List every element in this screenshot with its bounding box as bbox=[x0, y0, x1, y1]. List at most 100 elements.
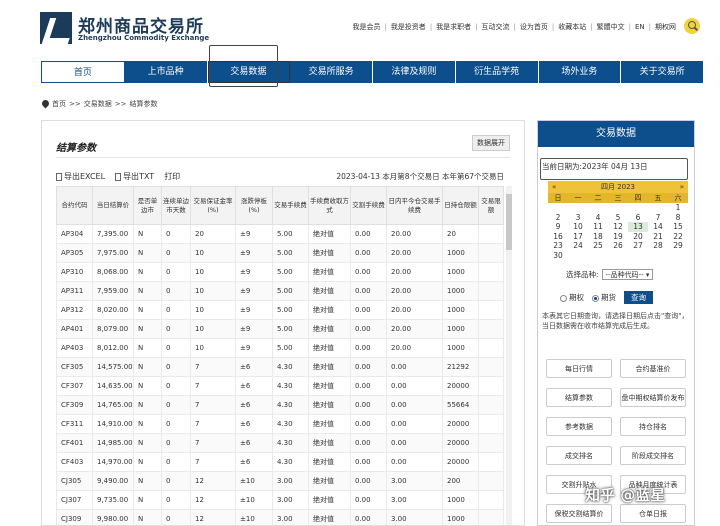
link-jobseeker[interactable]: 我是求职者 bbox=[436, 22, 471, 32]
breadcrumb-trading-data[interactable]: 交易数据 bbox=[84, 99, 112, 109]
table-cell: N bbox=[133, 338, 162, 358]
calendar-day[interactable]: 1 bbox=[668, 203, 688, 213]
calendar-day[interactable]: 12 bbox=[608, 222, 628, 232]
calendar-day[interactable]: 24 bbox=[568, 241, 588, 251]
table-cell: 3.00 bbox=[386, 509, 443, 525]
nav-derivatives-academy[interactable]: 衍生品学苑 bbox=[455, 61, 539, 83]
calendar-day[interactable]: 18 bbox=[588, 232, 608, 242]
calendar-day[interactable]: 26 bbox=[608, 241, 628, 251]
radio-futures[interactable]: 期货 bbox=[592, 292, 616, 303]
link-member[interactable]: 我是会员 bbox=[352, 22, 380, 32]
calendar-day[interactable]: 15 bbox=[668, 222, 688, 232]
table-cell: N bbox=[133, 319, 162, 339]
column-header: 日持仓限额 bbox=[442, 186, 479, 225]
table-cell: 绝对值 bbox=[308, 433, 351, 453]
table-cell: 5.00 bbox=[272, 262, 309, 282]
calendar-day[interactable]: 14 bbox=[648, 222, 668, 232]
column-header: 日内平今仓交易手续费 bbox=[386, 186, 443, 225]
calendar-day[interactable]: 30 bbox=[548, 251, 568, 261]
table-scrollbar[interactable] bbox=[506, 186, 512, 525]
table-cell bbox=[478, 471, 504, 491]
separator: | bbox=[628, 23, 631, 31]
link-english[interactable]: EN bbox=[635, 23, 645, 31]
calendar-day[interactable]: 29 bbox=[668, 241, 688, 251]
nav-exchange-services[interactable]: 交易所服务 bbox=[290, 61, 373, 83]
calendar-next-month[interactable]: » bbox=[680, 183, 684, 191]
calendar-day[interactable]: 5 bbox=[608, 213, 628, 223]
calendar-day[interactable]: 17 bbox=[568, 232, 588, 242]
table-cell: 7 bbox=[190, 433, 236, 453]
calendar-day[interactable]: 22 bbox=[668, 232, 688, 242]
calendar-day[interactable]: 7 bbox=[648, 213, 668, 223]
table-cell: 5.00 bbox=[272, 300, 309, 320]
table-cell: 0.00 bbox=[350, 433, 387, 453]
data-expand-button[interactable]: 数据展开 bbox=[472, 135, 510, 151]
link-bookmark[interactable]: 收藏本站 bbox=[558, 22, 586, 32]
link-options-site[interactable]: 期权网 bbox=[655, 22, 676, 32]
nav-otc-business[interactable]: 场外业务 bbox=[538, 61, 622, 83]
print-button[interactable]: 打印 bbox=[164, 171, 180, 182]
calendar-day[interactable]: 10 bbox=[568, 222, 588, 232]
table-body: AP304 7,395.00 N 0 20 ±9 5.00 绝对值 0.00 20.00 20 AP3… bbox=[56, 224, 504, 525]
calendar-day[interactable]: 23 bbox=[548, 241, 568, 251]
calendar-day[interactable]: 2 bbox=[548, 213, 568, 223]
radio-options[interactable]: 期权 bbox=[560, 292, 584, 303]
nav-home[interactable]: 首页 bbox=[41, 61, 125, 83]
sidebar-link-button[interactable]: 阶段成交排名 bbox=[620, 446, 686, 465]
link-set-homepage[interactable]: 设为首页 bbox=[520, 22, 548, 32]
calendar-day[interactable]: 19 bbox=[608, 232, 628, 242]
table-cell: 0 bbox=[161, 433, 191, 453]
sidebar-link-button[interactable]: 持仓排名 bbox=[620, 417, 686, 436]
variety-select[interactable]: --品种代码-- ▾ bbox=[601, 269, 654, 280]
export-txt-button[interactable]: 导出TXT bbox=[115, 171, 154, 182]
table-header-row: 合约代码 当日结算价 是否单边市 连续单边市天数 交易保证金率(%) 涨跌停板(%) 交易手… bbox=[56, 186, 504, 225]
table-cell: N bbox=[133, 376, 162, 396]
calendar-day[interactable]: 13 bbox=[628, 222, 648, 232]
calendar-day[interactable]: 8 bbox=[668, 213, 688, 223]
table-cell: 7,395.00 bbox=[92, 224, 134, 244]
exchange-logo[interactable]: 郑州商品交易所 Zhengzhou Commodity Exchange bbox=[40, 12, 210, 48]
calendar-day[interactable]: 6 bbox=[628, 213, 648, 223]
table-cell bbox=[478, 281, 504, 301]
breadcrumb-home[interactable]: 首页 bbox=[52, 99, 66, 109]
sidebar-link-button[interactable]: 仓单日报 bbox=[620, 504, 686, 523]
table-cell: 1000 bbox=[442, 319, 479, 339]
nav-listed-products[interactable]: 上市品种 bbox=[124, 61, 208, 83]
sidebar-link-button[interactable]: 成交排名 bbox=[546, 446, 612, 465]
sidebar-link-button[interactable]: 每日行情 bbox=[546, 359, 612, 378]
calendar-day[interactable]: 27 bbox=[628, 241, 648, 251]
radio-circle-icon bbox=[560, 294, 567, 302]
calendar-day[interactable]: 28 bbox=[648, 241, 668, 251]
sidebar-link-button[interactable]: 结算参数 bbox=[546, 388, 612, 407]
calendar-day[interactable]: 3 bbox=[568, 213, 588, 223]
query-button[interactable]: 查询 bbox=[624, 291, 653, 304]
calendar-day[interactable]: 4 bbox=[588, 213, 608, 223]
link-interaction[interactable]: 互动交流 bbox=[482, 22, 510, 32]
calendar-day[interactable]: 11 bbox=[588, 222, 608, 232]
nav-about-exchange[interactable]: 关于交易所 bbox=[621, 61, 704, 83]
sidebar-link-button[interactable]: 合约基准价 bbox=[620, 359, 686, 378]
table-cell: 20000 bbox=[442, 376, 479, 396]
table-cell: 0 bbox=[161, 281, 191, 301]
sidebar-link-button[interactable]: 保税交割结算价 bbox=[546, 504, 612, 523]
table-cell: 0.00 bbox=[350, 376, 387, 396]
sidebar-link-button[interactable]: 参考数据 bbox=[546, 417, 612, 436]
calendar-day[interactable]: 16 bbox=[548, 232, 568, 242]
calendar-prev-month[interactable]: « bbox=[552, 183, 556, 191]
calendar-day[interactable]: 25 bbox=[588, 241, 608, 251]
calendar-day[interactable]: 9 bbox=[548, 222, 568, 232]
calendar-day[interactable]: 20 bbox=[628, 232, 648, 242]
weekday-label: 三 bbox=[614, 194, 622, 202]
table-cell: 20.00 bbox=[386, 262, 443, 282]
table-cell: CF309 bbox=[56, 395, 93, 415]
search-icon[interactable] bbox=[684, 18, 700, 34]
table-cell: N bbox=[133, 224, 162, 244]
top-links: 我是会员 | 我是投资者 | 我是求职者 | 互动交流 | 设为首页 | 收藏本站 | 繁體… bbox=[352, 22, 676, 32]
link-traditional-chinese[interactable]: 繁體中文 bbox=[597, 22, 625, 32]
nav-laws-rules[interactable]: 法律及规则 bbox=[373, 61, 456, 83]
export-excel-button[interactable]: 导出EXCEL bbox=[56, 171, 105, 182]
sidebar-link-button[interactable]: 盘中期权结算价发布 bbox=[620, 388, 686, 407]
calendar-day[interactable]: 21 bbox=[648, 232, 668, 242]
table-cell: 0 bbox=[161, 262, 191, 282]
link-investor[interactable]: 我是投资者 bbox=[391, 22, 426, 32]
